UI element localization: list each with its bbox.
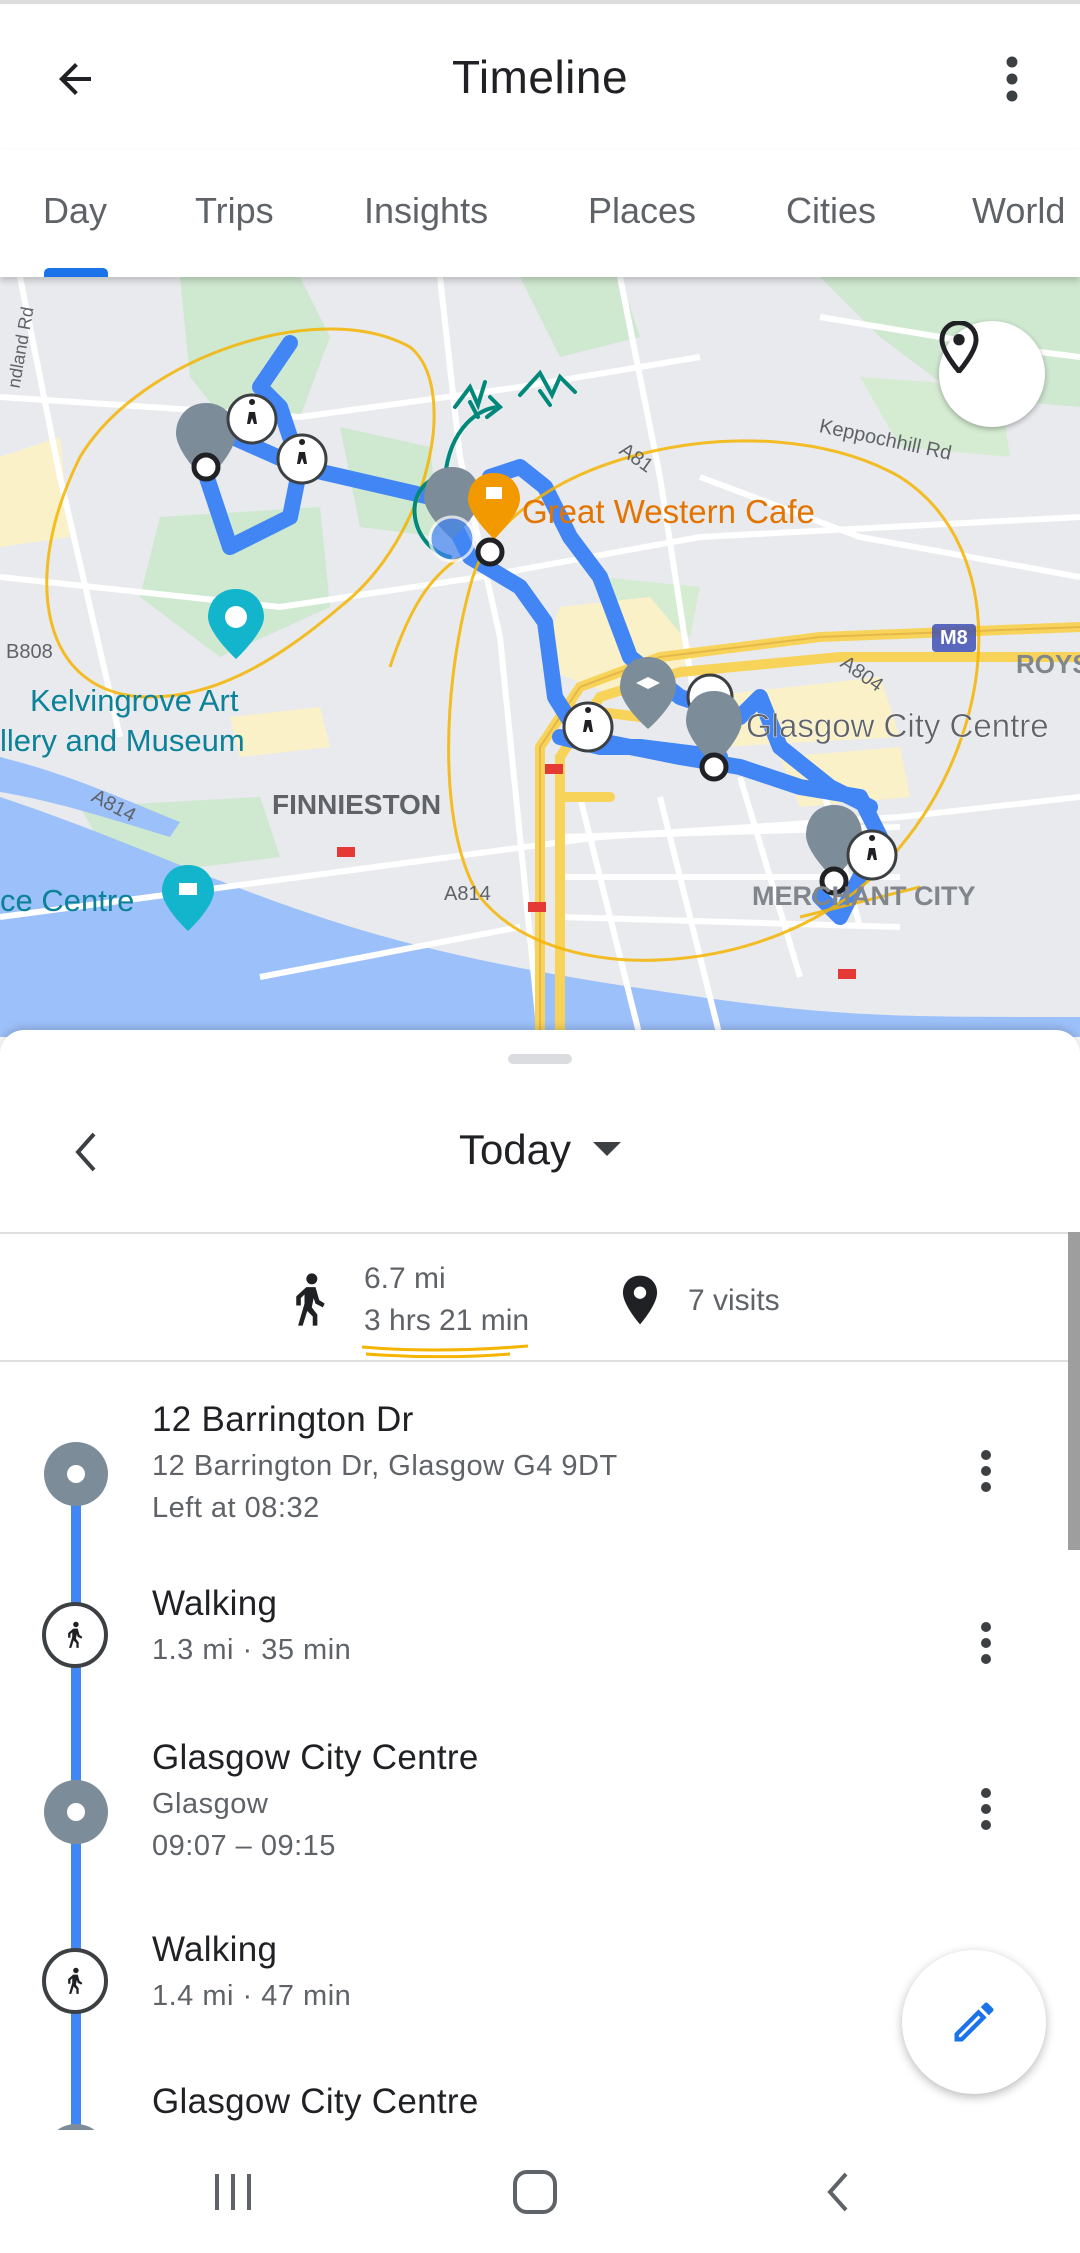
date-label: Today (458, 1126, 572, 1173)
entry-time: Left at 08:32 (152, 1492, 320, 1524)
entry-menu-button[interactable] (966, 1608, 1006, 1678)
entry-distance-duration: 1.3 mi · 35 min (152, 1634, 352, 1666)
tab-places[interactable]: Places (588, 190, 696, 232)
system-nav-bar (0, 2130, 1080, 2253)
walking-node-icon (42, 1948, 108, 2014)
nav-back-button[interactable] (792, 2154, 882, 2230)
entry-title: 12 Barrington Dr (152, 1400, 414, 1439)
timeline-sheet: Today 6.7 mi 3 hrs 21 min 7 visits 12 Ba… (0, 1030, 1080, 2130)
tab-world[interactable]: World (972, 190, 1065, 232)
entry-address: 12 Barrington Dr, Glasgow G4 9DT (152, 1450, 618, 1482)
entry-title: Walking (152, 1930, 278, 1969)
map-label-city-centre: Glasgow City Centre (746, 707, 1049, 744)
map-label-kelvingrove: Kelvingrove Art (30, 683, 239, 718)
entry-time: 09:07 – 09:15 (152, 1830, 336, 1862)
map-location-button[interactable] (939, 321, 1045, 427)
recents-icon (215, 2174, 251, 2210)
home-button[interactable] (490, 2154, 580, 2230)
day-summary: 6.7 mi 3 hrs 21 min 7 visits (0, 1232, 1080, 1362)
place-node-icon (44, 1780, 108, 1844)
map-label-merchant-city: MERCHANT CITY (752, 881, 976, 911)
tab-cities[interactable]: Cities (786, 190, 876, 232)
tab-active-indicator (44, 268, 108, 277)
date-selector[interactable]: Today (0, 1126, 1080, 1174)
tab-day[interactable]: Day (43, 190, 107, 232)
more-vert-icon (1006, 56, 1018, 102)
summary-distance: 6.7 mi (364, 1262, 446, 1295)
map-label-cafe: Great Western Cafe (522, 493, 815, 530)
summary-duration: 3 hrs 21 min (364, 1304, 530, 1337)
recents-button[interactable] (188, 2154, 278, 2230)
entry-title: Walking (152, 1584, 278, 1623)
map-label-a814: A814 (444, 883, 491, 905)
more-vert-icon (981, 1622, 991, 1664)
entry-address: Glasgow (152, 1788, 269, 1820)
entry-menu-button[interactable] (966, 1436, 1006, 1506)
scrollbar[interactable] (1068, 1232, 1080, 1550)
entry-menu-button[interactable] (966, 1774, 1006, 1844)
dropdown-caret-icon (593, 1141, 622, 1156)
walking-node-icon (42, 1602, 108, 1668)
sheet-drag-handle[interactable] (508, 1054, 572, 1064)
walking-icon (296, 1273, 325, 1326)
edit-button[interactable] (902, 1950, 1046, 2094)
map-label-b808: B808 (6, 641, 53, 663)
map-canvas (0, 277, 1080, 1037)
map-label-m8: M8 (940, 627, 968, 649)
more-options-button[interactable] (982, 44, 1042, 114)
nav-back-icon (827, 2172, 848, 2212)
app-bar: Timeline (0, 0, 1080, 150)
more-vert-icon (981, 1450, 991, 1492)
tab-insights[interactable]: Insights (364, 190, 488, 232)
map-label-centre: ce Centre (0, 883, 135, 918)
tab-bar: Day Trips Insights Places Cities World (0, 150, 1080, 277)
entry-distance-duration: 1.4 mi · 47 min (152, 1980, 352, 2012)
place-pin-icon (939, 321, 979, 373)
map-label-museum: llery and Museum (0, 723, 245, 758)
summary-visits: 7 visits (688, 1284, 780, 1317)
map-label-finnieston: FINNIESTON (272, 789, 442, 820)
map-view[interactable]: Great Western Cafe Glasgow City Centre K… (0, 277, 1080, 1037)
tab-trips[interactable]: Trips (195, 190, 274, 232)
map-label-roys: ROYS (1016, 649, 1080, 679)
entry-title: Glasgow City Centre (152, 1738, 479, 1777)
place-node-icon (44, 1442, 108, 1506)
edit-pencil-icon (954, 2002, 994, 2042)
page-title: Timeline (451, 51, 629, 103)
location-pin-icon (622, 1275, 658, 1325)
entry-title: Glasgow City Centre (152, 2082, 479, 2121)
home-icon (513, 2170, 557, 2214)
highlight-underline (361, 1344, 529, 1359)
more-vert-icon (981, 1788, 991, 1830)
